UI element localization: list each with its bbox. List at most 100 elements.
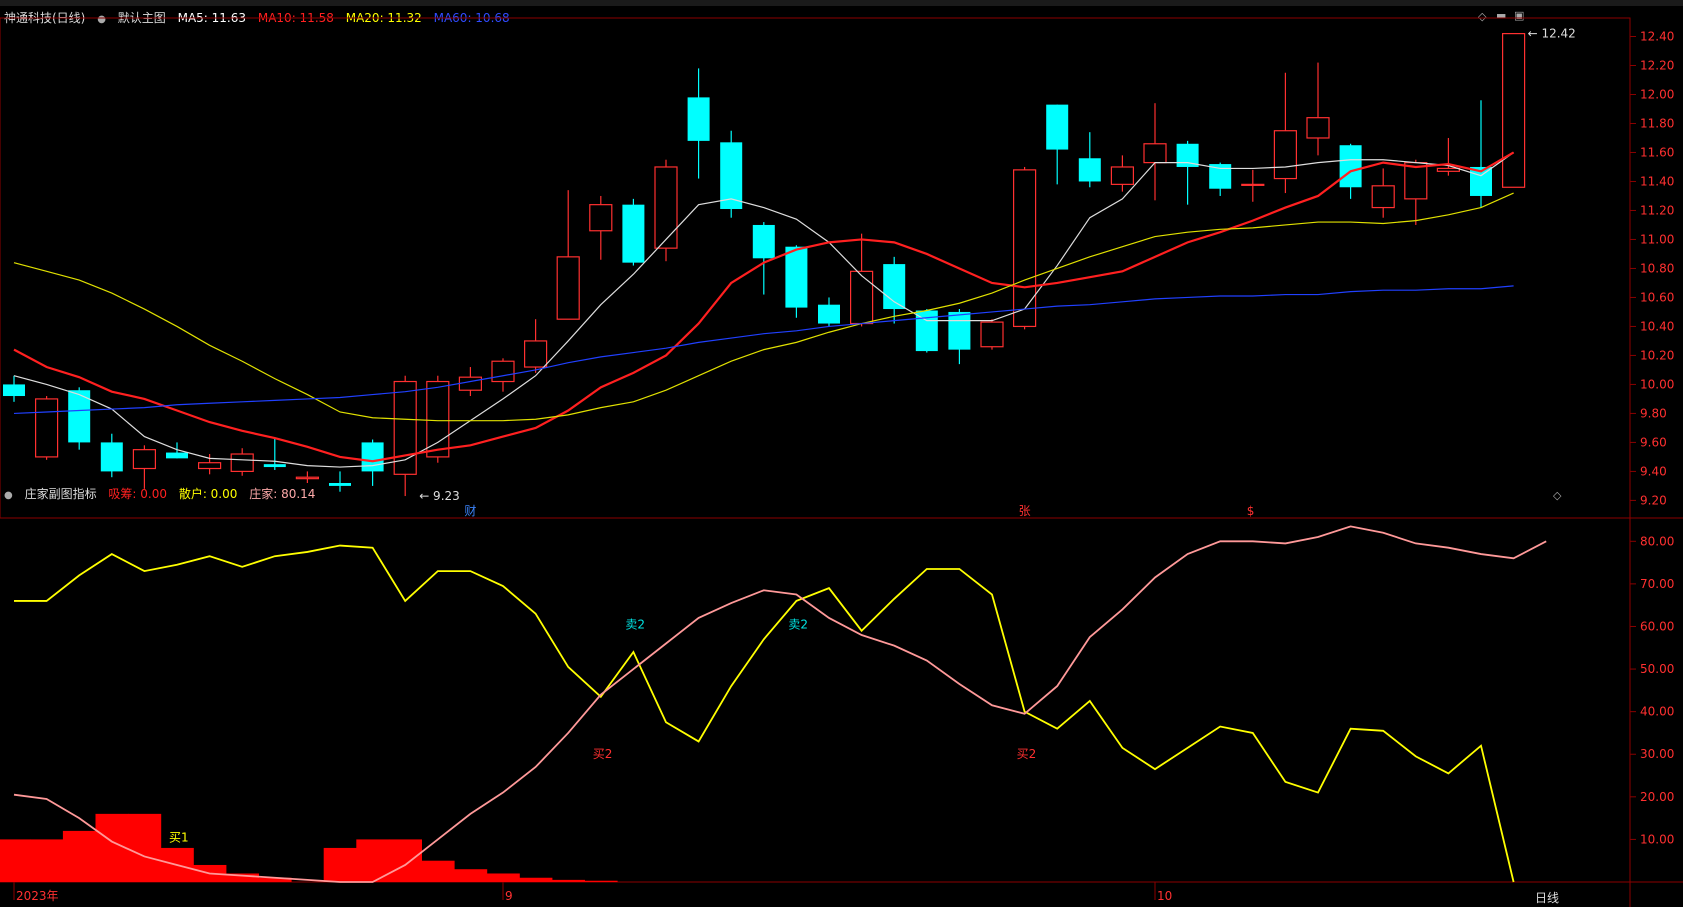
price-tick-label: 11.40: [1640, 174, 1674, 188]
candle-body-down: [166, 452, 188, 459]
date-tick-label: 9: [505, 889, 513, 903]
candle: [393, 375, 417, 497]
candle-body-down: [818, 304, 840, 324]
candle: [491, 358, 515, 392]
signal-label: 买1: [169, 830, 189, 844]
candle: [752, 222, 775, 295]
indicator-tick-label: 80.00: [1640, 534, 1674, 548]
candle: [1241, 169, 1265, 202]
candle: [1110, 155, 1135, 192]
candle: [622, 198, 645, 266]
kline-chart[interactable]: 12.40 12.20 12.00 11.80 11.60 11.40 11.20 11.00…: [0, 0, 1683, 907]
price-tick-label: 11.60: [1640, 145, 1674, 159]
candle-body-down: [785, 246, 808, 308]
price-tick-label: 9.80: [1640, 406, 1667, 420]
candle-body-down: [3, 384, 25, 397]
candle-body-up: [198, 462, 222, 470]
candle-body-down: [1046, 104, 1069, 150]
main-panel-frame: [0, 17, 1631, 519]
event-marker: 财: [464, 504, 476, 518]
indicator-tick-label: 10.00: [1640, 832, 1674, 846]
candle-body-down: [329, 483, 351, 486]
accumulate-bar: [486, 873, 520, 882]
price-tick-label: 11.00: [1640, 232, 1674, 246]
retail-line: [14, 544, 1515, 883]
price-tick-label: 11.20: [1640, 203, 1674, 217]
candle: [166, 442, 188, 459]
candle: [361, 439, 384, 486]
indicator-tick-label: 20.00: [1640, 790, 1674, 804]
candle-body-up: [1241, 183, 1265, 186]
price-tick-label: 10.00: [1640, 377, 1674, 391]
price-tick-label: 10.40: [1640, 319, 1674, 333]
candle-body-down: [263, 464, 286, 468]
candle-body-up: [295, 476, 319, 480]
candle: [1143, 103, 1167, 201]
candle-body-down: [1339, 145, 1362, 188]
candle: [785, 245, 808, 318]
candle: [687, 68, 710, 179]
candle: [68, 387, 91, 450]
accumulate-bar: [62, 830, 96, 882]
signal-label: 买2: [1017, 747, 1037, 761]
candle: [1273, 72, 1298, 194]
candle: [720, 130, 743, 218]
candle-body-up: [523, 340, 548, 368]
candle-body-up: [589, 204, 613, 232]
price-tick-label: 11.80: [1640, 116, 1674, 130]
price-tick-label: 9.20: [1640, 493, 1667, 507]
candle: [230, 448, 254, 476]
candle-body-up: [34, 398, 59, 458]
candle: [980, 319, 1004, 350]
event-marker: $: [1247, 504, 1255, 518]
price-tick-label: 12.40: [1640, 29, 1674, 43]
candle-body-down: [622, 204, 645, 263]
indicator-tick-label: 60.00: [1640, 619, 1674, 633]
price-annotation: ← 9.23: [419, 489, 460, 503]
candle-body-up: [426, 380, 450, 458]
candle: [849, 233, 874, 327]
accumulate-bar: [0, 839, 31, 882]
candle: [1046, 104, 1069, 185]
candle: [523, 319, 548, 373]
candle: [1436, 137, 1461, 176]
price-tick-label: 10.20: [1640, 348, 1674, 362]
signal-label: 卖2: [788, 617, 808, 631]
candle-body-up: [1273, 130, 1298, 180]
candle: [556, 190, 580, 320]
accumulate-bar: [519, 877, 553, 882]
ma-line-ma5: [13, 151, 1514, 468]
candle-body-down: [948, 311, 971, 350]
candle-body-up: [654, 166, 678, 249]
accumulate-bar: [584, 880, 618, 882]
candle-body-down: [687, 97, 710, 141]
candle: [100, 433, 123, 478]
candle: [1012, 166, 1037, 330]
candle: [1404, 159, 1428, 225]
accumulate-bar: [128, 813, 162, 882]
candle: [132, 445, 156, 489]
indicator-tick-label: 70.00: [1640, 577, 1674, 591]
candle: [34, 396, 59, 460]
candle: [883, 256, 906, 324]
accumulate-bar: [388, 839, 422, 882]
accumulate-bar: [30, 839, 64, 882]
accumulate-bar: [323, 847, 357, 882]
candle: [1306, 62, 1330, 156]
date-tick-label: 2023年: [16, 889, 59, 903]
ma-line-ma10: [13, 151, 1515, 463]
indicator-tick-label: 50.00: [1640, 662, 1674, 676]
dealer-line: [13, 525, 1547, 883]
candle-body-down: [1209, 164, 1232, 189]
price-tick-label: 10.80: [1640, 261, 1674, 275]
candle-body-up: [849, 270, 874, 325]
candle: [1176, 140, 1199, 205]
candle-body-up: [556, 256, 580, 320]
candle-body-down: [100, 442, 123, 472]
accumulate-bar: [454, 869, 488, 882]
candle-body-down: [752, 224, 775, 259]
candle-body-up: [1501, 32, 1526, 188]
candle: [818, 297, 840, 327]
signal-label: 卖2: [625, 617, 645, 631]
accumulate-bar: [551, 879, 585, 882]
